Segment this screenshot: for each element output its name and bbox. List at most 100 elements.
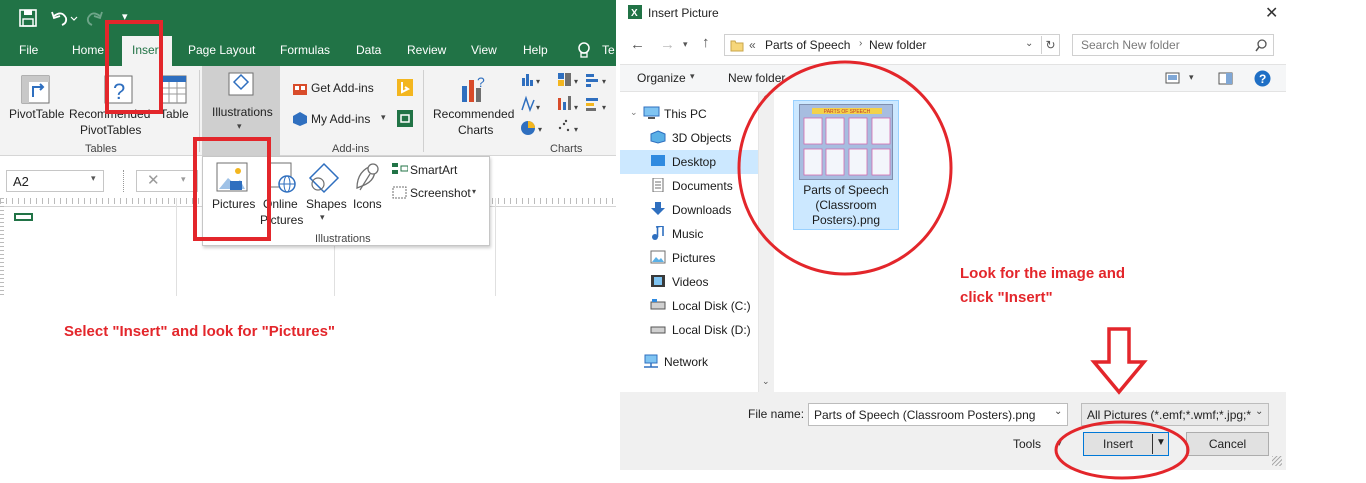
breadcrumb-overflow[interactable]: « xyxy=(749,38,756,52)
tab-tell-me[interactable]: Te xyxy=(602,43,615,57)
recommended-charts-label-2: Charts xyxy=(458,123,494,137)
screenshot-dropdown-icon[interactable]: ▾ xyxy=(472,187,476,196)
name-box[interactable]: A2 xyxy=(6,170,104,192)
online-pictures-icon xyxy=(268,162,296,193)
icons-button[interactable]: Icons xyxy=(353,197,382,211)
tab-view[interactable]: View xyxy=(471,43,497,57)
nav-desktop[interactable]: Desktop xyxy=(672,155,716,169)
local-disk-d-icon xyxy=(650,326,666,334)
file-name-label-text: File name: xyxy=(748,407,805,421)
file-name-field[interactable]: Parts of Speech (Classroom Posters).png xyxy=(808,403,1068,426)
this-pc-expand-icon[interactable]: ⌄ xyxy=(630,107,638,118)
lightbulb-icon[interactable] xyxy=(576,41,592,61)
shapes-dropdown-icon[interactable]: ▾ xyxy=(320,212,325,223)
nav-local-disk-d[interactable]: Local Disk (D:) xyxy=(672,323,751,337)
active-cell[interactable] xyxy=(14,213,33,221)
organize-dropdown-icon[interactable]: ▾ xyxy=(690,71,695,82)
illustrations-icon xyxy=(228,72,254,96)
breadcrumb-parts-of-speech[interactable]: Parts of Speech xyxy=(765,38,850,52)
nav-pictures[interactable]: Pictures xyxy=(672,251,715,265)
chart-types-icons[interactable]: ▾ ▾ ▾ ▾ ▾ ▾ ▾ ▾ xyxy=(520,70,616,136)
nav-downloads[interactable]: Downloads xyxy=(672,203,731,217)
tab-formulas[interactable]: Formulas xyxy=(280,43,330,57)
screenshot-icon xyxy=(392,186,407,199)
nav-3d-objects[interactable]: 3D Objects xyxy=(672,131,731,145)
downloads-icon xyxy=(651,202,665,215)
file-type-dropdown-icon[interactable]: ⌄ xyxy=(1255,406,1263,417)
scroll-down-icon[interactable]: ⌄ xyxy=(762,376,770,387)
tab-page-layout[interactable]: Page Layout xyxy=(188,43,255,57)
resize-grip[interactable] xyxy=(1272,456,1282,466)
right-instruction-line-2: click "Insert" xyxy=(960,289,1053,306)
file-name-dropdown-icon[interactable]: ⌄ xyxy=(1054,406,1062,417)
my-addins-icon xyxy=(293,112,307,126)
tab-home[interactable]: Home xyxy=(72,43,104,57)
address-dropdown-icon[interactable]: ⌄ xyxy=(1025,38,1033,49)
forward-arrow-icon[interactable]: → xyxy=(660,36,675,53)
up-arrow-icon[interactable]: ↑ xyxy=(702,34,710,51)
preview-pane-icon[interactable] xyxy=(1218,72,1234,85)
nav-music[interactable]: Music xyxy=(672,227,703,241)
tab-data[interactable]: Data xyxy=(356,43,381,57)
nav-documents[interactable]: Documents xyxy=(672,179,733,193)
formula-buttons xyxy=(136,170,198,192)
shapes-button[interactable]: Shapes xyxy=(306,197,347,211)
nav-local-disk-c[interactable]: Local Disk (C:) xyxy=(672,299,751,313)
folder-icon xyxy=(730,40,744,52)
nav-videos[interactable]: Videos xyxy=(672,275,708,289)
svg-text:▾: ▾ xyxy=(574,103,578,112)
breadcrumb-new-folder[interactable]: New folder xyxy=(869,38,926,52)
view-options-icon[interactable] xyxy=(1165,72,1181,84)
formula-more-icon[interactable]: ▾ xyxy=(181,174,186,185)
table-button[interactable]: Table xyxy=(160,107,189,121)
save-icon[interactable] xyxy=(19,9,37,27)
nav-this-pc[interactable]: This PC xyxy=(664,107,707,121)
ribbon-separator xyxy=(423,70,424,152)
highlight-insert-circle xyxy=(1054,420,1190,480)
search-input[interactable]: Search New folder xyxy=(1072,34,1274,56)
undo-icon[interactable] xyxy=(50,9,78,27)
back-arrow-icon[interactable]: ← xyxy=(630,36,645,53)
address-bar[interactable]: « Parts of Speech › New folder ⌄ ↻ xyxy=(724,34,1060,56)
cancel-button[interactable]: Cancel xyxy=(1186,432,1269,456)
bing-icon[interactable] xyxy=(397,79,413,96)
cancel-entry-icon[interactable]: ✕ xyxy=(147,171,160,189)
name-box-value: A2 xyxy=(13,174,29,189)
tab-review[interactable]: Review xyxy=(407,43,446,57)
people-graph-icon[interactable] xyxy=(397,110,413,127)
view-dropdown-icon[interactable]: ▾ xyxy=(1189,72,1194,83)
help-icon[interactable]: ? xyxy=(1254,70,1271,87)
my-addins-dropdown-icon[interactable]: ▾ xyxy=(381,112,386,123)
dialog-title-bar: X Insert Picture ✕ xyxy=(620,0,1286,28)
recent-locations-icon[interactable]: ▾ xyxy=(683,39,688,50)
recommended-charts-button[interactable]: Recommended xyxy=(433,107,514,121)
tools-button[interactable]: Tools xyxy=(1013,437,1041,451)
pivot-table-button[interactable]: PivotTable xyxy=(9,107,64,121)
search-icon xyxy=(1255,39,1267,52)
ribbon-tabs: File Home Page Layout Formulas Data Revi… xyxy=(0,36,616,66)
name-box-dropdown-icon[interactable]: ▾ xyxy=(91,173,96,184)
computer-icon xyxy=(643,106,660,119)
search-placeholder: Search New folder xyxy=(1081,38,1180,52)
close-icon[interactable]: ✕ xyxy=(1265,3,1278,23)
grid-line xyxy=(176,198,177,296)
organize-button[interactable]: Organize xyxy=(637,71,686,85)
svg-text:▾: ▾ xyxy=(536,103,540,112)
svg-text:?: ? xyxy=(1259,72,1266,86)
chevron-down-icon: ▾ xyxy=(237,121,242,131)
refresh-icon[interactable]: ↻ xyxy=(1041,36,1059,54)
tab-file[interactable]: File xyxy=(19,43,38,57)
svg-text:?: ? xyxy=(477,74,485,90)
svg-text:▾: ▾ xyxy=(574,77,578,86)
formula-splitter[interactable] xyxy=(123,170,126,192)
screenshot-button[interactable]: Screenshot xyxy=(410,186,471,200)
tab-help[interactable]: Help xyxy=(523,43,548,57)
desktop-icon xyxy=(651,155,665,166)
smartart-button[interactable]: SmartArt xyxy=(410,163,457,177)
nav-network[interactable]: Network xyxy=(664,355,708,369)
svg-text:▾: ▾ xyxy=(574,125,578,134)
get-addins-button[interactable]: Get Add-ins xyxy=(311,81,374,95)
dialog-title: Insert Picture xyxy=(648,6,719,20)
svg-text:▾: ▾ xyxy=(602,77,606,86)
my-addins-button[interactable]: My Add-ins xyxy=(311,112,370,126)
